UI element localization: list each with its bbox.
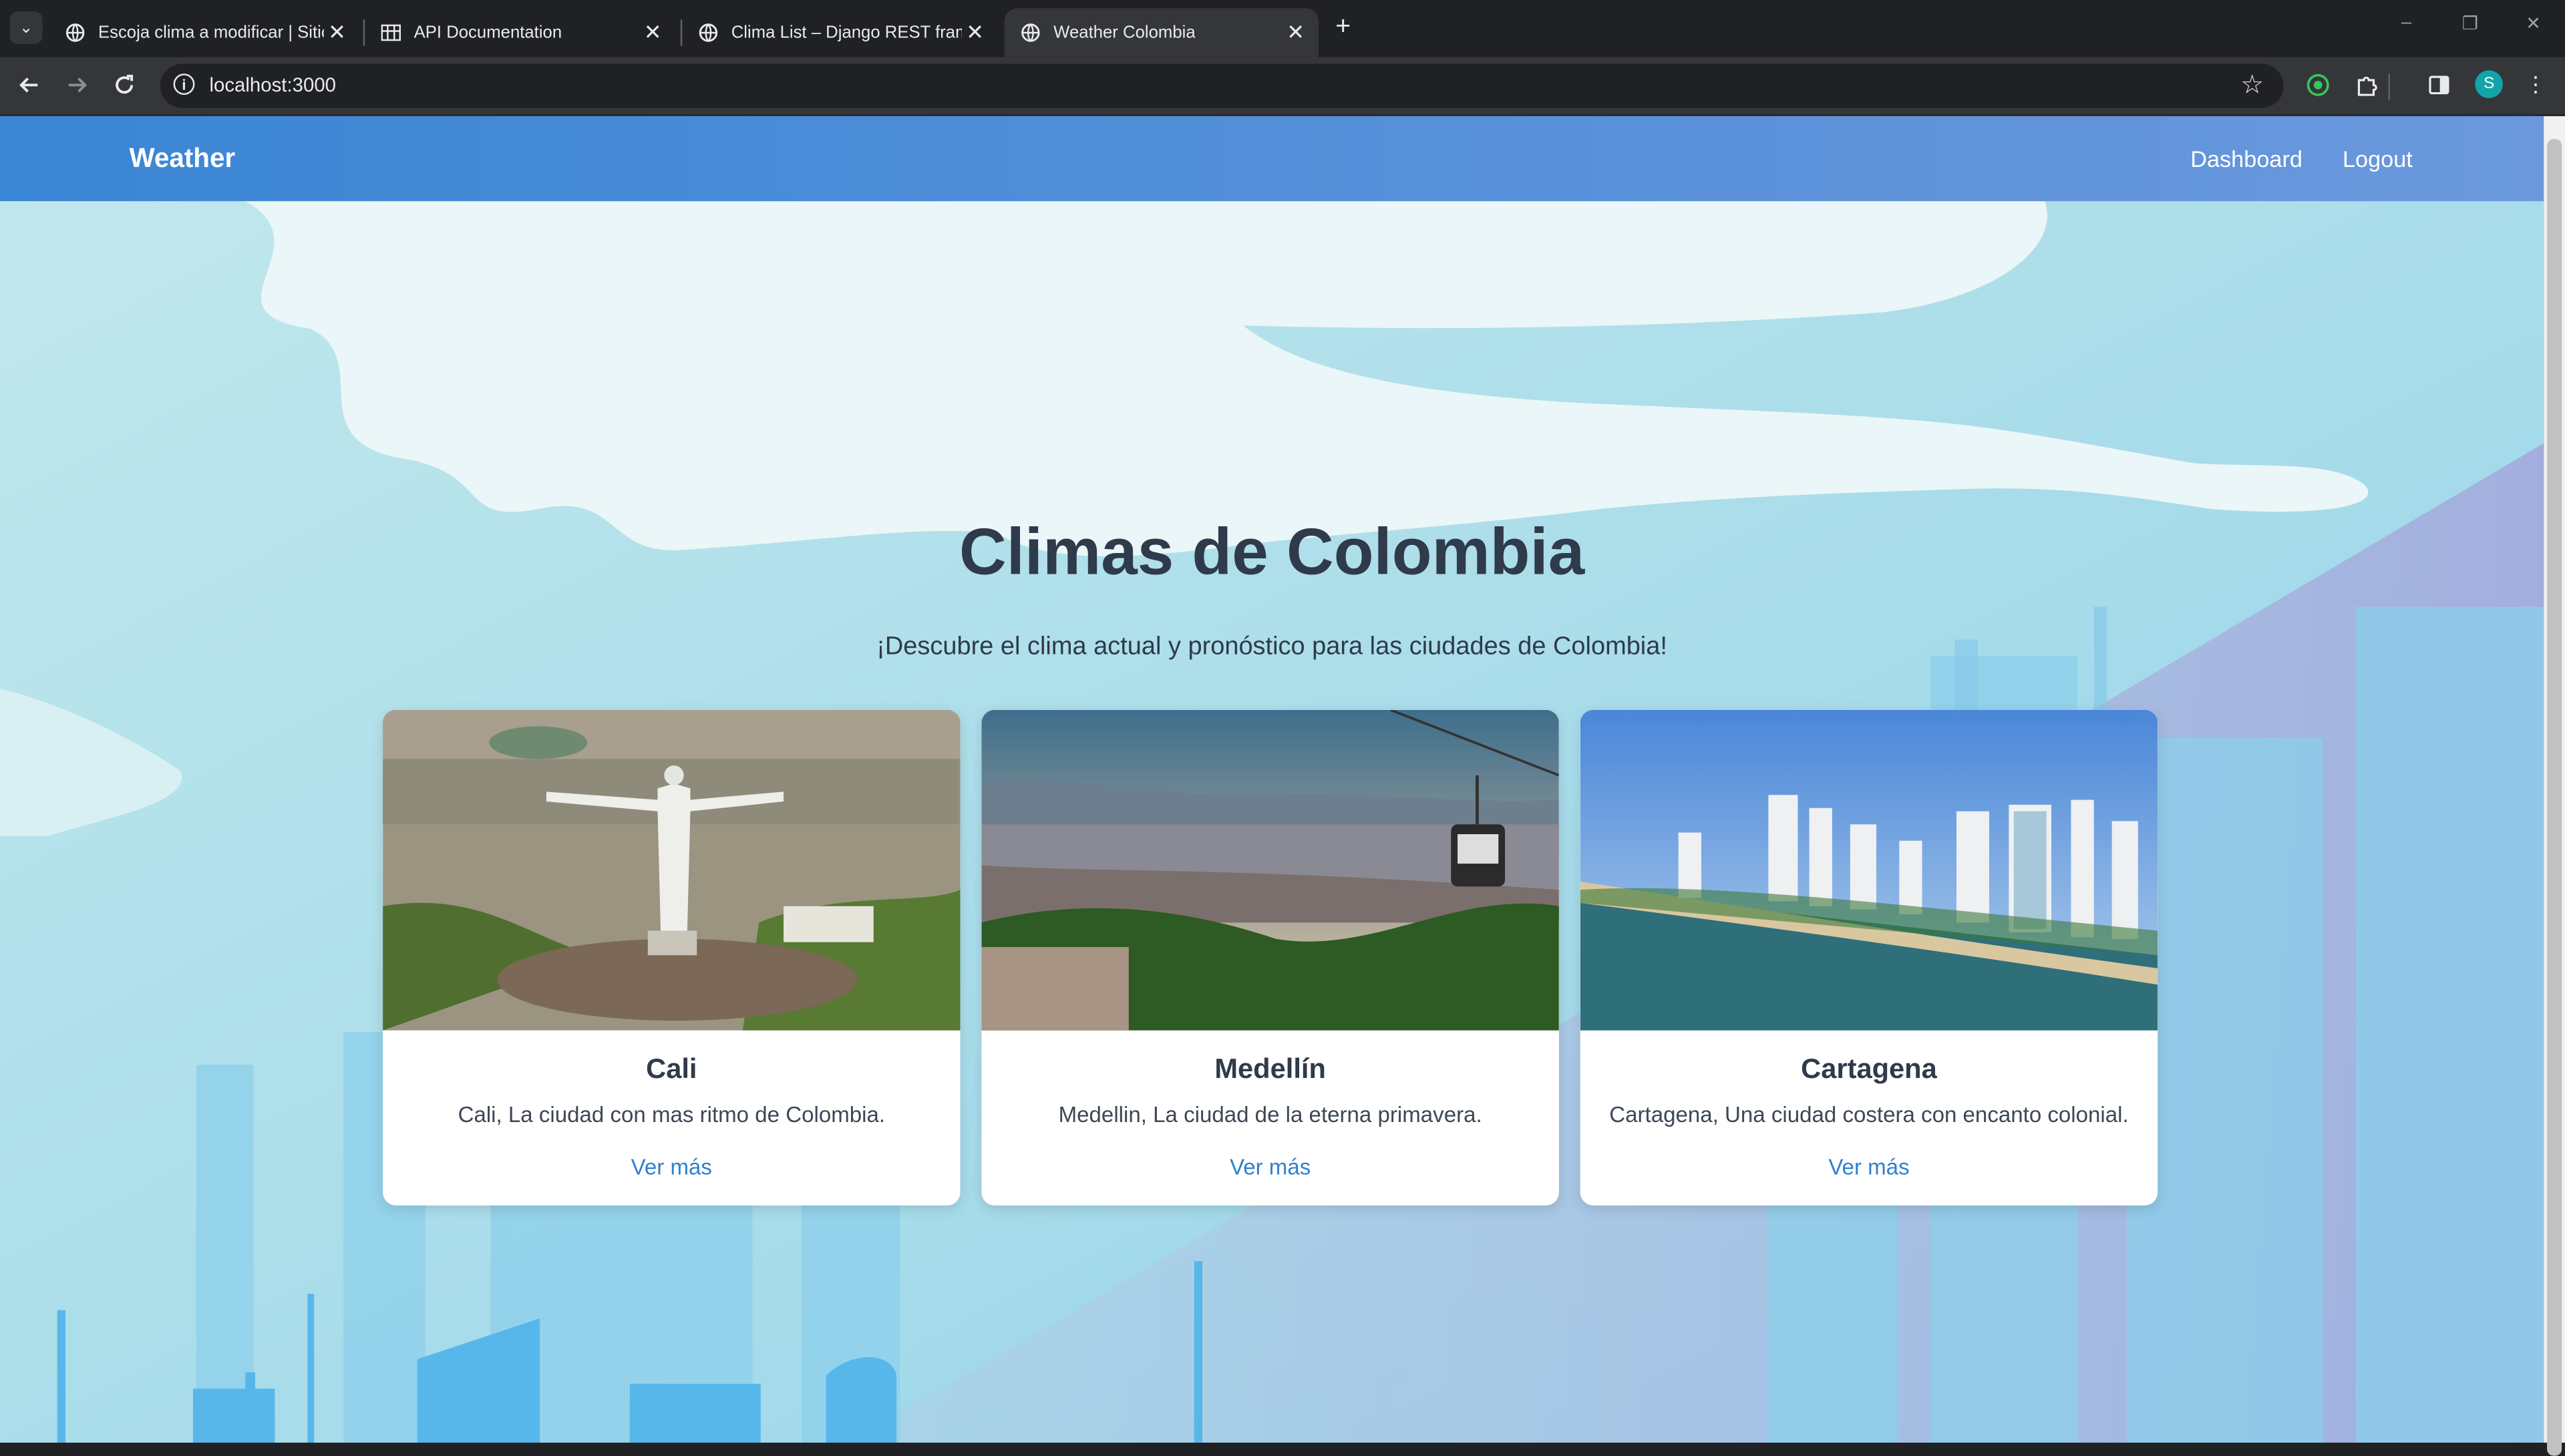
tab-weather-colombia[interactable]: Weather Colombia ✕ [1004,8,1319,57]
arrow-right-icon [68,77,88,93]
city-name: Cali [646,1053,697,1085]
back-button[interactable] [13,69,46,102]
new-tab-button[interactable]: + [1327,11,1359,44]
ver-mas-link-cartagena[interactable]: Ver más [1580,1155,2158,1179]
close-icon[interactable]: ✕ [1282,19,1309,45]
puzzle-icon[interactable] [2353,70,2382,100]
toolbar-divider [2388,73,2390,100]
page-scrollbar[interactable] [2544,116,2565,1456]
browser-toolbar: i localhost:3000 ☆ S ⋮ [0,57,2565,116]
brand-logo[interactable]: Weather [129,144,235,176]
arrow-left-icon [19,77,38,93]
nav-dashboard-link[interactable]: Dashboard [2190,146,2302,172]
city-card-medellin: Medellín Medellin, La ciudad de la etern… [981,709,1559,1206]
tab-title: API Documentation [413,23,562,43]
tab-api-documentation[interactable]: API Documentation ✕ [365,8,675,57]
city-name: Cartagena [1801,1053,1937,1085]
side-panel-icon[interactable] [2424,70,2453,100]
forward-button[interactable] [61,69,94,102]
close-icon[interactable]: ✕ [962,19,988,45]
city-card-cali: Cali Cali, La ciudad con mas ritmo de Co… [383,709,961,1206]
city-image-medellin [981,709,1559,1031]
tab-escoja-clima[interactable]: Escoja clima a modificar | Sitio d ✕ [49,8,359,57]
info-icon[interactable]: i [173,73,195,96]
page-title: Climas de Colombia [959,516,1585,589]
kebab-menu-icon[interactable]: ⋮ [2521,70,2550,100]
tab-title: Clima List – Django REST framew [731,23,962,43]
page-subtitle: ¡Descubre el clima actual y pronóstico p… [876,632,1667,661]
star-icon[interactable]: ☆ [2240,69,2264,102]
city-name: Medellín [1214,1053,1326,1085]
city-description: Cali, La ciudad con mas ritmo de Colombi… [458,1102,886,1127]
profile-avatar[interactable]: S [2475,70,2503,98]
globe-icon [699,23,718,42]
close-window-button[interactable]: ✕ [2526,13,2541,34]
ver-mas-link-cali[interactable]: Ver más [383,1155,960,1179]
grid-icon [381,23,401,42]
tab-clima-list[interactable]: Clima List – Django REST framew ✕ [682,8,998,57]
globe-icon [1021,23,1040,42]
city-card-cartagena: Cartagena Cartagena, Una ciudad costera … [1580,709,2158,1206]
globe-icon [65,23,85,42]
close-icon[interactable]: ✕ [640,19,666,45]
page-viewport: Weather Dashboard Logout Climas de Colom… [0,116,2544,1443]
site-navbar: Weather Dashboard Logout [0,116,2544,202]
browser-window: ⌄ Escoja clima a modificar | Sitio d ✕ A… [0,0,2565,1456]
reload-icon [116,74,134,94]
close-icon[interactable]: ✕ [324,19,350,45]
scrollbar-thumb[interactable] [2547,139,2562,1456]
url-text[interactable]: localhost:3000 [209,73,336,96]
tab-title: Escoja clima a modificar | Sitio d [98,23,324,43]
tab-search-button[interactable]: ⌄ [9,11,43,45]
ver-mas-link-medellin[interactable]: Ver más [981,1155,1558,1179]
nav-logout-link[interactable]: Logout [2343,146,2413,172]
reload-button[interactable] [108,69,141,102]
extension-icon[interactable] [2303,70,2333,100]
city-description: Cartagena, Una ciudad costera con encant… [1609,1102,2129,1127]
tab-strip: ⌄ Escoja clima a modificar | Sitio d ✕ A… [0,0,2565,57]
city-image-cali [383,709,961,1031]
city-image-cartagena [1580,709,2158,1031]
address-bar[interactable]: i localhost:3000 ☆ [160,63,2284,108]
maximize-button[interactable]: ❐ [2462,13,2478,34]
tab-title: Weather Colombia [1053,23,1196,43]
minimize-button[interactable]: – [2401,13,2411,33]
city-description: Medellin, La ciudad de la eterna primave… [1058,1102,1482,1127]
